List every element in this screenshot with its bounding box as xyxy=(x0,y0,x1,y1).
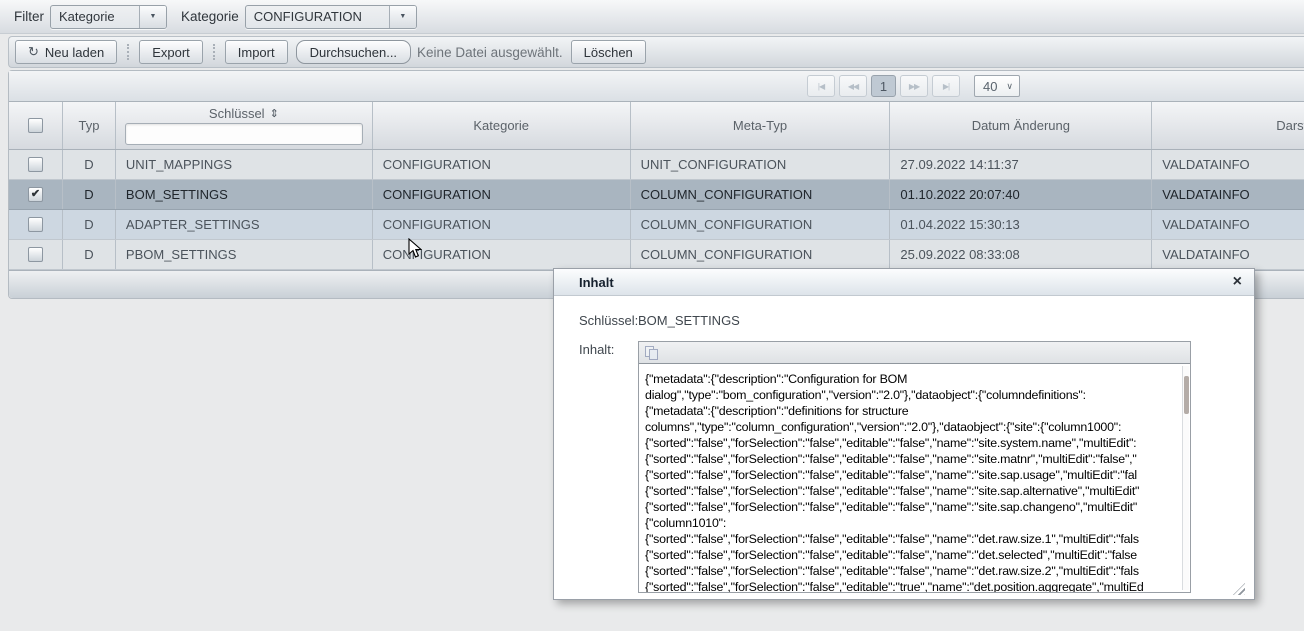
data-grid: |◀ ◀◀ 1 ▶▶ ▶| 40 ∨ Typ Schlüssel ⇕ xyxy=(8,70,1304,300)
scrollbar-thumb[interactable] xyxy=(1184,376,1189,414)
reload-icon: ↻ xyxy=(28,44,39,60)
row-checkbox[interactable] xyxy=(28,217,43,232)
column-header-schluessel[interactable]: Schlüssel ⇕ xyxy=(116,102,373,149)
schluessel-header-label: Schlüssel xyxy=(209,106,265,121)
schluessel-filter-input[interactable] xyxy=(125,123,363,145)
no-file-selected-text: Keine Datei ausgewählt. xyxy=(417,45,563,60)
inhalt-label: Inhalt: xyxy=(579,342,614,357)
browse-file-button[interactable]: Durchsuchen... xyxy=(296,40,411,64)
cell-kategorie: CONFIGURATION xyxy=(373,150,631,179)
cell-kategorie: CONFIGURATION xyxy=(373,180,631,209)
cell-typ: D xyxy=(63,240,116,269)
checkbox-cell xyxy=(9,240,63,269)
row-checkbox-checked[interactable]: ✔ xyxy=(28,187,43,202)
schluessel-value: BOM_SETTINGS xyxy=(638,313,740,328)
cell-meta-typ: COLUMN_CONFIGURATION xyxy=(631,180,891,209)
chevron-down-icon: ∨ xyxy=(1006,81,1013,92)
kategorie-value: CONFIGURATION xyxy=(246,6,389,28)
pagination: |◀ ◀◀ 1 ▶▶ ▶| 40 ∨ xyxy=(807,75,1020,97)
cell-darstellung: VALDATAINFO xyxy=(1152,150,1304,179)
table-header: Typ Schlüssel ⇕ Kategorie Meta-Typ Datum… xyxy=(9,102,1304,150)
cell-darstellung: VALDATAINFO xyxy=(1152,180,1304,209)
select-all-checkbox[interactable] xyxy=(28,118,43,133)
mouse-cursor xyxy=(408,238,422,259)
column-header-darstellung[interactable]: Darstellung xyxy=(1152,102,1304,149)
row-checkbox[interactable] xyxy=(28,157,43,172)
filter-category-dropdown[interactable]: Kategorie ▼ xyxy=(50,5,167,29)
pager-first-button[interactable]: |◀ xyxy=(807,75,835,97)
delete-button[interactable]: Löschen xyxy=(571,40,646,64)
close-icon[interactable]: × xyxy=(1233,274,1242,290)
cell-typ: D xyxy=(63,150,116,179)
column-header-kategorie[interactable]: Kategorie xyxy=(373,102,631,149)
content-toolbar xyxy=(639,342,1190,364)
page-size-value: 40 xyxy=(983,79,997,94)
content-box: {"metadata":{"description":"Configuratio… xyxy=(638,341,1191,593)
column-header-meta-typ[interactable]: Meta-Typ xyxy=(631,102,891,149)
cell-datum: 01.10.2022 20:07:40 xyxy=(890,180,1152,209)
checkbox-cell xyxy=(9,150,63,179)
cell-datum: 27.09.2022 14:11:37 xyxy=(890,150,1152,179)
column-header-typ[interactable]: Typ xyxy=(63,102,116,149)
checkbox-cell: ✔ xyxy=(9,180,63,209)
filter-bar: Filter Kategorie ▼ Kategorie CONFIGURATI… xyxy=(0,0,1304,34)
cell-schluessel: BOM_SETTINGS xyxy=(116,180,373,209)
schluessel-label: Schlüssel: xyxy=(579,313,638,328)
chevron-down-icon[interactable]: ▼ xyxy=(389,6,416,28)
inhalt-dialog: Inhalt × Schlüssel: BOM_SETTINGS Inhalt:… xyxy=(553,268,1255,600)
header-checkbox-cell xyxy=(9,102,63,149)
cell-meta-typ: UNIT_CONFIGURATION xyxy=(631,150,891,179)
cell-darstellung: VALDATAINFO xyxy=(1152,240,1304,269)
column-header-datum[interactable]: Datum Änderung xyxy=(890,102,1152,149)
pager-prev-button[interactable]: ◀◀ xyxy=(839,75,867,97)
cell-datum: 01.04.2022 15:30:13 xyxy=(890,210,1152,239)
pager-page-button[interactable]: 1 xyxy=(871,75,896,97)
content-text[interactable]: {"metadata":{"description":"Configuratio… xyxy=(639,365,1181,592)
export-button[interactable]: Export xyxy=(139,40,203,64)
copy-icon[interactable] xyxy=(645,346,659,360)
toolbar-separator xyxy=(127,44,129,60)
cell-kategorie: CONFIGURATION xyxy=(373,210,631,239)
table-row[interactable]: D ADAPTER_SETTINGS CONFIGURATION COLUMN_… xyxy=(9,210,1304,240)
row-checkbox[interactable] xyxy=(28,247,43,262)
filter-label: Filter xyxy=(14,9,44,24)
cell-meta-typ: COLUMN_CONFIGURATION xyxy=(631,240,891,269)
reload-label: Neu laden xyxy=(45,45,104,60)
cell-meta-typ: COLUMN_CONFIGURATION xyxy=(631,210,891,239)
toolbar: ↻ Neu laden Export Import Durchsuchen...… xyxy=(8,36,1304,68)
kategorie-dropdown[interactable]: CONFIGURATION ▼ xyxy=(245,5,417,29)
pager-next-button[interactable]: ▶▶ xyxy=(900,75,928,97)
cell-schluessel: ADAPTER_SETTINGS xyxy=(116,210,373,239)
cell-datum: 25.09.2022 08:33:08 xyxy=(890,240,1152,269)
resize-handle-icon[interactable] xyxy=(1233,583,1245,595)
filter-category-value: Kategorie xyxy=(51,6,139,28)
pager-band: |◀ ◀◀ 1 ▶▶ ▶| 40 ∨ xyxy=(9,71,1304,102)
cell-typ: D xyxy=(63,180,116,209)
table-row[interactable]: D PBOM_SETTINGS CONFIGURATION COLUMN_CON… xyxy=(9,240,1304,270)
import-button[interactable]: Import xyxy=(225,40,288,64)
sort-icon[interactable]: ⇕ xyxy=(270,107,279,120)
toolbar-separator xyxy=(213,44,215,60)
table-row[interactable]: D UNIT_MAPPINGS CONFIGURATION UNIT_CONFI… xyxy=(9,150,1304,180)
dialog-title: Inhalt xyxy=(579,275,614,290)
table-row-selected[interactable]: ✔ D BOM_SETTINGS CONFIGURATION COLUMN_CO… xyxy=(9,180,1304,210)
kategorie-label: Kategorie xyxy=(181,9,239,24)
cell-typ: D xyxy=(63,210,116,239)
dialog-titlebar: Inhalt × xyxy=(554,269,1254,296)
scrollbar-track[interactable] xyxy=(1182,366,1189,590)
pager-last-button[interactable]: ▶| xyxy=(932,75,960,97)
reload-button[interactable]: ↻ Neu laden xyxy=(15,40,117,64)
chevron-down-icon[interactable]: ▼ xyxy=(139,6,166,28)
checkbox-cell xyxy=(9,210,63,239)
cell-darstellung: VALDATAINFO xyxy=(1152,210,1304,239)
check-icon: ✔ xyxy=(31,189,40,200)
cell-schluessel: PBOM_SETTINGS xyxy=(116,240,373,269)
cell-schluessel: UNIT_MAPPINGS xyxy=(116,150,373,179)
page-size-select[interactable]: 40 ∨ xyxy=(974,75,1020,97)
